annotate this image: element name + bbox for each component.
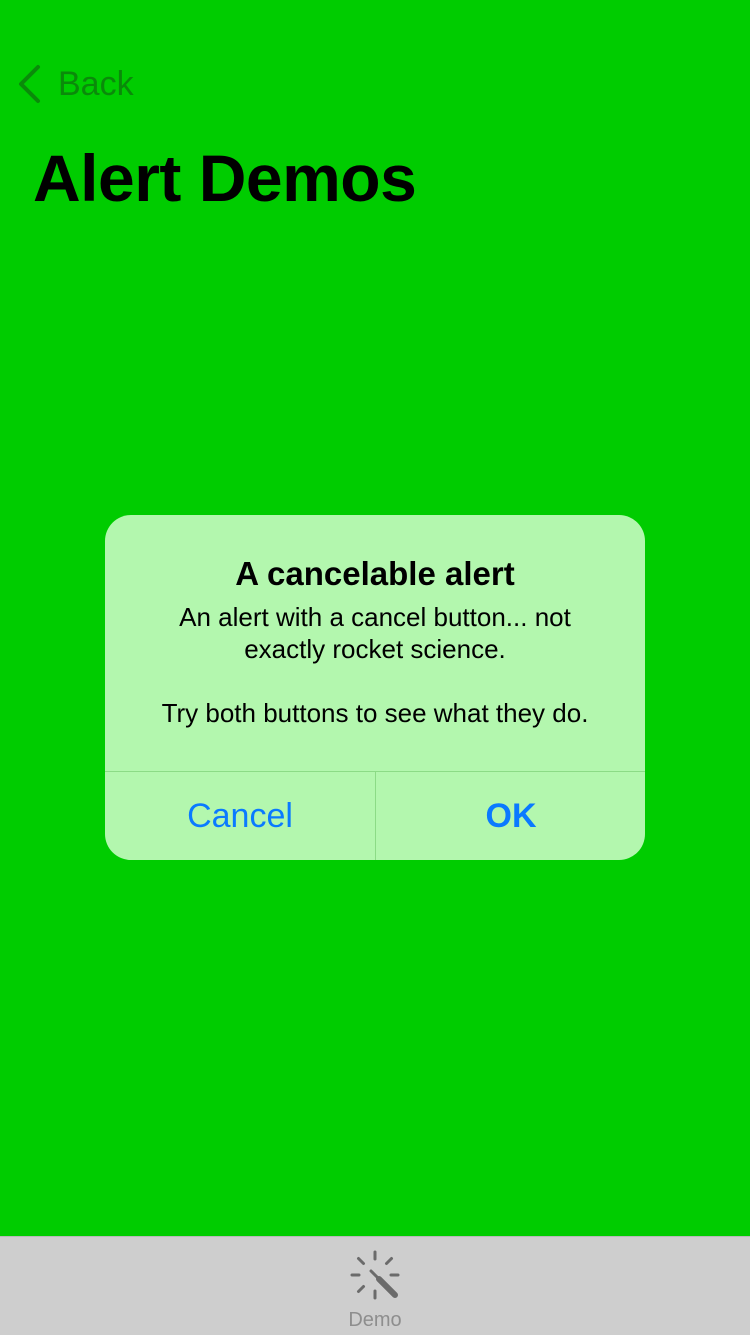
alert-title: A cancelable alert (235, 555, 515, 592)
magic-wand-icon (350, 1250, 400, 1300)
tab-demo[interactable]: Demo (325, 1237, 425, 1335)
chevron-left-icon (19, 65, 40, 103)
alert-body: A cancelable alert An alert with a cance… (105, 515, 645, 771)
tab-bar: Demo (0, 1236, 750, 1335)
alert-dialog: A cancelable alert An alert with a cance… (105, 515, 645, 860)
page-title: Alert Demos (33, 141, 417, 215)
alert-message: An alert with a cancel button... not exa… (161, 602, 589, 728)
back-button-label: Back (58, 64, 134, 103)
cancel-button[interactable]: Cancel (105, 772, 375, 860)
ok-button[interactable]: OK (376, 772, 645, 860)
back-button[interactable]: Back (16, 62, 134, 106)
app-screen: Back Alert Demos A cancelable alert An a… (0, 0, 750, 1335)
tab-label: Demo (348, 1309, 402, 1331)
